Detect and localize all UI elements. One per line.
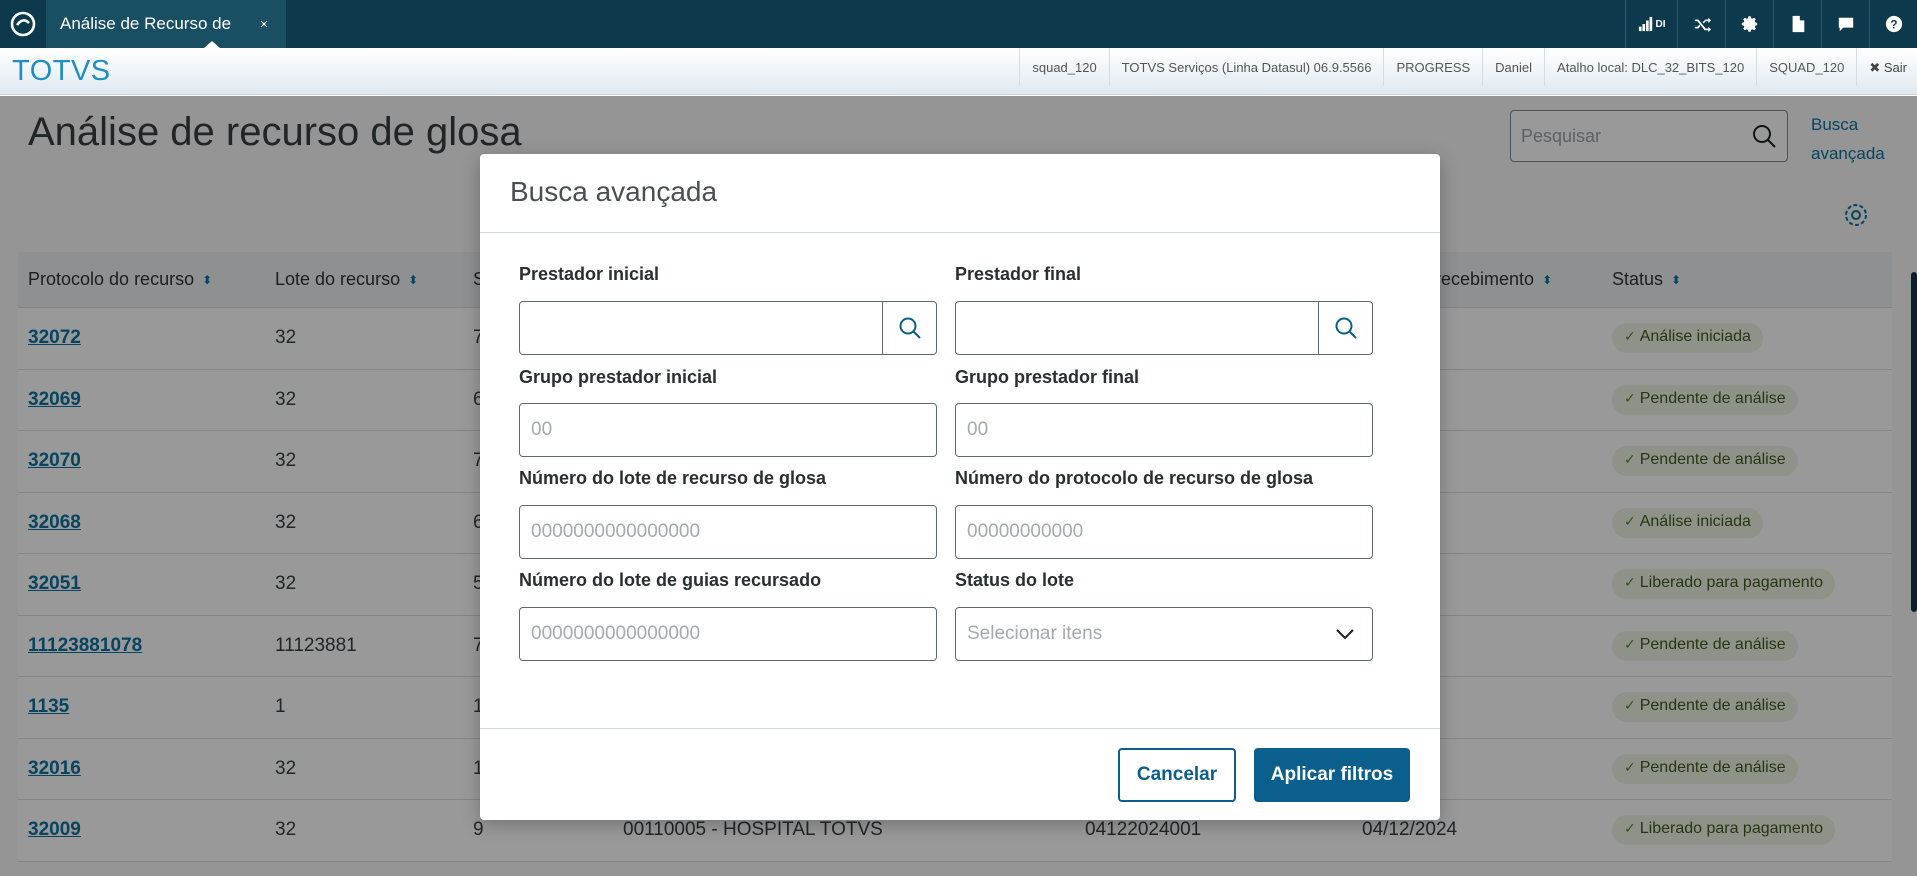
lote-guias-input[interactable]: 0000000000000000 xyxy=(519,607,937,661)
label-lote-guias: Número do lote de guias recursado xyxy=(519,570,822,590)
tab-active-indicator xyxy=(204,41,220,48)
label-status-lote: Status do lote xyxy=(955,570,1075,590)
signal-icon[interactable]: DI xyxy=(1625,0,1677,48)
lote-recurso-input[interactable]: 0000000000000000 xyxy=(519,505,937,559)
search-icon[interactable] xyxy=(1318,302,1372,354)
signal-label: DI xyxy=(1655,18,1666,30)
cancel-button[interactable]: Cancelar xyxy=(1118,748,1236,802)
protocolo-recurso-placeholder: 00000000000 xyxy=(967,521,1084,542)
info-user: Daniel xyxy=(1482,48,1544,86)
label-lote-recurso: Número do lote de recurso de glosa xyxy=(519,468,827,488)
tab-label: Análise de Recurso de xyxy=(60,14,232,33)
info-squad-upper: SQUAD_120 xyxy=(1756,48,1856,86)
search-icon[interactable] xyxy=(882,302,936,354)
document-icon[interactable] xyxy=(1773,0,1821,48)
info-shortcut: Atalho local: DLC_32_BITS_120 xyxy=(1544,48,1756,86)
advanced-search-modal: Busca avançada Prestador inicial Prestad… xyxy=(480,154,1440,820)
prestador-inicial-field[interactable] xyxy=(519,301,937,355)
grupo-final-input[interactable]: 00 xyxy=(955,403,1373,457)
chevron-down-icon[interactable] xyxy=(1318,622,1372,646)
lote-recurso-placeholder: 0000000000000000 xyxy=(531,521,701,542)
exit-button[interactable]: ✖ Sair xyxy=(1856,48,1917,86)
prestador-final-field[interactable] xyxy=(955,301,1373,355)
info-database: PROGRESS xyxy=(1383,48,1482,86)
help-icon[interactable]: ? xyxy=(1869,0,1917,48)
shuffle-icon[interactable] xyxy=(1677,0,1725,48)
label-grupo-inicial: Grupo prestador inicial xyxy=(519,367,718,387)
close-icon[interactable]: × xyxy=(254,16,274,33)
label-prestador-final: Prestador final xyxy=(955,264,1082,284)
gear-icon[interactable] xyxy=(1725,0,1773,48)
modal-title: Busca avançada xyxy=(510,176,718,207)
brand-logo: TOTVS xyxy=(12,54,111,87)
label-prestador-inicial: Prestador inicial xyxy=(519,264,660,284)
chat-icon[interactable] xyxy=(1821,0,1869,48)
top-navigation-bar: Análise de Recurso de × DI ? xyxy=(0,0,1917,48)
protocolo-recurso-input[interactable]: 00000000000 xyxy=(955,505,1373,559)
lote-guias-placeholder: 0000000000000000 xyxy=(531,623,701,644)
svg-text:?: ? xyxy=(1890,19,1897,32)
status-lote-placeholder: Selecionar itens xyxy=(967,623,1103,644)
label-protocolo-recurso: Número do protocolo de recurso de glosa xyxy=(955,468,1314,488)
info-bar: TOTVS squad_120 TOTVS Serviços (Linha Da… xyxy=(0,48,1917,95)
tab-analise-recurso[interactable]: Análise de Recurso de × xyxy=(46,0,286,48)
grupo-inicial-placeholder: 00 xyxy=(531,419,553,440)
divider xyxy=(480,232,1440,233)
status-lote-select[interactable]: Selecionar itens xyxy=(955,607,1373,661)
grupo-inicial-input[interactable]: 00 xyxy=(519,403,937,457)
totvs-logo-icon[interactable] xyxy=(0,0,46,48)
info-product: TOTVS Serviços (Linha Datasul) 06.9.5566 xyxy=(1108,48,1384,86)
label-grupo-final: Grupo prestador final xyxy=(955,367,1140,387)
info-squad: squad_120 xyxy=(1019,48,1108,86)
apply-filters-button[interactable]: Aplicar filtros xyxy=(1254,748,1410,802)
divider xyxy=(480,728,1440,729)
grupo-final-placeholder: 00 xyxy=(967,419,989,440)
